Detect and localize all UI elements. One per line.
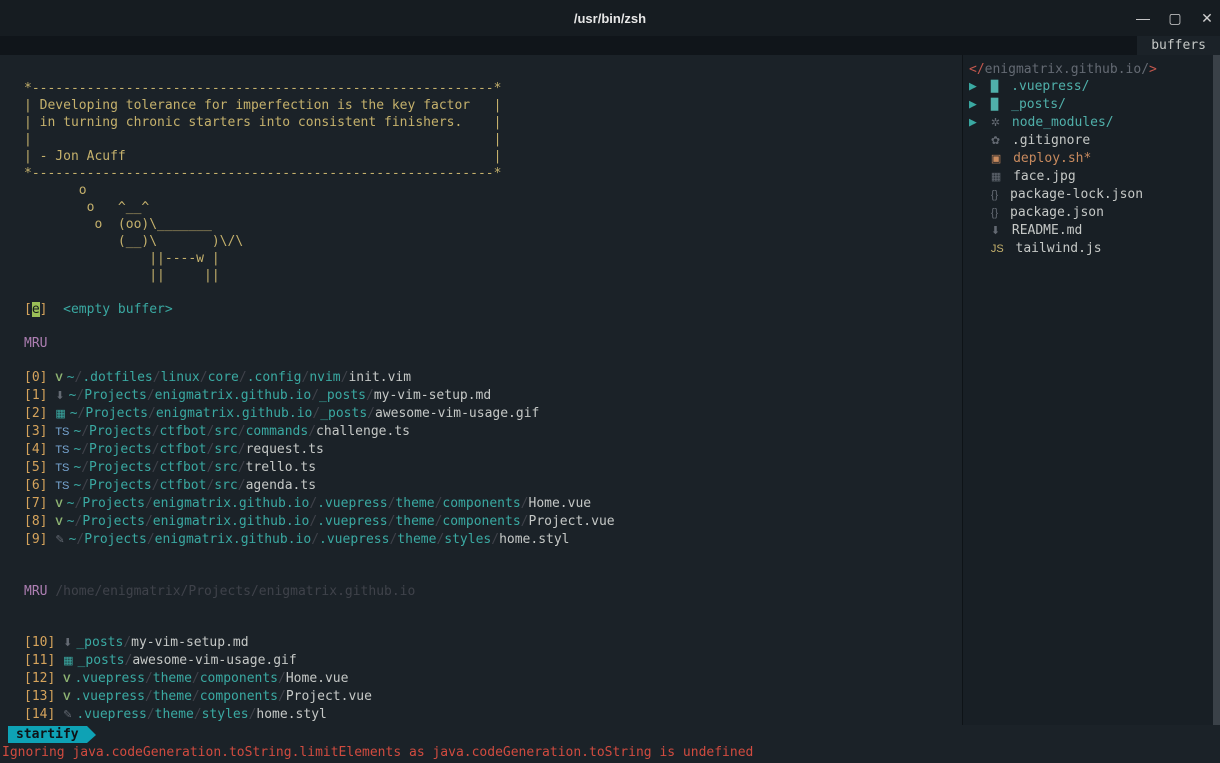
cowsay-line: o (oo)\_______ <box>24 217 212 232</box>
quote-border: *---------------------------------------… <box>24 166 501 181</box>
file-icon: ▣ <box>991 153 1001 165</box>
window-controls: — ▢ ✕ <box>1136 0 1214 36</box>
expand-arrow-icon[interactable]: ▶ <box>969 78 983 95</box>
mru-entry[interactable]: [12] V.vuepress/theme/components/Home.vu… <box>24 670 962 688</box>
cowsay-line: (__)\ )\/\ <box>24 234 243 249</box>
tab-bar: buffers <box>0 36 1220 55</box>
file-icon: ✲ <box>991 117 1000 129</box>
tree-item-label: _posts/ <box>1011 97 1066 112</box>
mru-entry[interactable]: [3] TS~/Projects/ctfbot/src/commands/cha… <box>24 423 962 441</box>
filetype-icon: TS <box>55 426 69 438</box>
tree-item-label: deploy.sh* <box>1013 151 1091 166</box>
quote-line: | - Jon Acuff | <box>24 149 501 164</box>
message-line: Ignoring java.codeGeneration.toString.li… <box>2 744 753 761</box>
cowsay-line: ||----w | <box>24 251 220 266</box>
tree-item[interactable]: {} package-lock.json <box>967 186 1220 204</box>
mru-entry[interactable]: [0] V~/.dotfiles/linux/core/.config/nvim… <box>24 369 962 387</box>
mru-entry[interactable]: [9] ✎~/Projects/enigmatrix.github.io/.vu… <box>24 531 962 549</box>
mode-indicator: startify <box>8 726 87 743</box>
file-icon: ⬇ <box>991 225 1000 237</box>
quote-border: *---------------------------------------… <box>24 81 501 96</box>
mru-entry[interactable]: [6] TS~/Projects/ctfbot/src/agenda.ts <box>24 477 962 495</box>
window-title: /usr/bin/zsh <box>574 10 646 27</box>
filetype-icon: V <box>55 372 62 384</box>
filetype-icon: ⬇ <box>55 390 64 402</box>
tree-item-label: .vuepress/ <box>1011 79 1089 94</box>
tree-item-label: tailwind.js <box>1016 241 1102 256</box>
filetype-icon: V <box>63 691 70 703</box>
file-icon: {} <box>991 207 998 219</box>
mru-entry[interactable]: [15] V.vuepress/theme/components/PostSum… <box>24 724 962 725</box>
filetype-icon: ⬇ <box>63 637 72 649</box>
cowsay-line: || || <box>24 268 220 283</box>
tree-item-label: face.jpg <box>1013 169 1076 184</box>
startify-pane: *---------------------------------------… <box>0 55 962 725</box>
tree-item[interactable]: ▶ ▉ _posts/ <box>967 96 1220 114</box>
mru-cwd-header: MRU /home/enigmatrix/Projects/enigmatrix… <box>24 584 415 599</box>
tree-item[interactable]: ▶ ▉ .vuepress/ <box>967 78 1220 96</box>
file-icon: ▉ <box>991 99 999 111</box>
tab-buffers[interactable]: buffers <box>1137 36 1220 55</box>
quote-line: | in turning chronic starters into consi… <box>24 115 501 130</box>
filetype-icon: ✎ <box>55 534 64 546</box>
tree-item[interactable]: ✿ .gitignore <box>967 132 1220 150</box>
close-button[interactable]: ✕ <box>1200 11 1214 25</box>
cowsay-line: o ^__^ <box>24 200 149 215</box>
file-icon: ✿ <box>991 135 1000 147</box>
minimize-button[interactable]: — <box>1136 11 1150 25</box>
tree-item-label: package-lock.json <box>1010 187 1143 202</box>
filetype-icon: V <box>55 516 62 528</box>
cowsay-line: o <box>24 183 87 198</box>
mru-entry[interactable]: [1] ⬇~/Projects/enigmatrix.github.io/_po… <box>24 387 962 405</box>
filetype-icon: ▦ <box>63 655 73 667</box>
file-icon: {} <box>991 189 998 201</box>
mru-entry[interactable]: [2] ▦~/Projects/enigmatrix.github.io/_po… <box>24 405 962 423</box>
scrollbar[interactable] <box>1213 55 1220 725</box>
file-icon: JS <box>991 243 1004 255</box>
mru-entry[interactable]: [8] V~/Projects/enigmatrix.github.io/.vu… <box>24 513 962 531</box>
filetype-icon: TS <box>55 480 69 492</box>
file-icon: ▦ <box>991 171 1001 183</box>
tree-item-label: .gitignore <box>1012 133 1090 148</box>
filetype-icon: V <box>55 498 62 510</box>
file-tree-pane: </enigmatrix.github.io/> ▶ ▉ .vuepress/▶… <box>962 55 1220 725</box>
tree-item-label: node_modules/ <box>1012 115 1114 130</box>
title-bar: /usr/bin/zsh — ▢ ✕ <box>0 0 1220 36</box>
filetype-icon: V <box>63 673 70 685</box>
expand-arrow-icon[interactable]: ▶ <box>969 114 983 131</box>
quote-line: | Developing tolerance for imperfection … <box>24 98 501 113</box>
mru-entry[interactable]: [5] TS~/Projects/ctfbot/src/trello.ts <box>24 459 962 477</box>
empty-buffer-entry[interactable]: [e] <empty buffer> <box>24 302 173 317</box>
maximize-button[interactable]: ▢ <box>1168 11 1182 25</box>
file-icon: ▉ <box>991 81 999 93</box>
filetype-icon: TS <box>55 444 69 456</box>
tree-item[interactable]: ▦ face.jpg <box>967 168 1220 186</box>
mru-entry[interactable]: [14] ✎.vuepress/theme/styles/home.styl <box>24 706 962 724</box>
mru-entry[interactable]: [10] ⬇_posts/my-vim-setup.md <box>24 634 962 652</box>
mru-entry[interactable]: [11] ▦_posts/awesome-vim-usage.gif <box>24 652 962 670</box>
filetype-icon: TS <box>55 462 69 474</box>
tree-item[interactable]: ⬇ README.md <box>967 222 1220 240</box>
filetype-icon: ▦ <box>55 408 65 420</box>
status-line: startify <box>8 726 87 743</box>
tree-item[interactable]: ▣ deploy.sh* <box>967 150 1220 168</box>
mru-entry[interactable]: [4] TS~/Projects/ctfbot/src/request.ts <box>24 441 962 459</box>
tree-item[interactable]: ▶ ✲ node_modules/ <box>967 114 1220 132</box>
mru-header: MRU <box>24 336 47 351</box>
mru-entry[interactable]: [13] V.vuepress/theme/components/Project… <box>24 688 962 706</box>
tree-item-label: README.md <box>1012 223 1082 238</box>
tree-item-label: package.json <box>1010 205 1104 220</box>
mru-entry[interactable]: [7] V~/Projects/enigmatrix.github.io/.vu… <box>24 495 962 513</box>
tree-item[interactable]: JS tailwind.js <box>967 240 1220 258</box>
filetype-icon: ✎ <box>63 709 72 721</box>
tree-root[interactable]: </enigmatrix.github.io/> <box>967 61 1220 78</box>
quote-line: | | <box>24 132 501 147</box>
expand-arrow-icon[interactable]: ▶ <box>969 96 983 113</box>
tree-item[interactable]: {} package.json <box>967 204 1220 222</box>
